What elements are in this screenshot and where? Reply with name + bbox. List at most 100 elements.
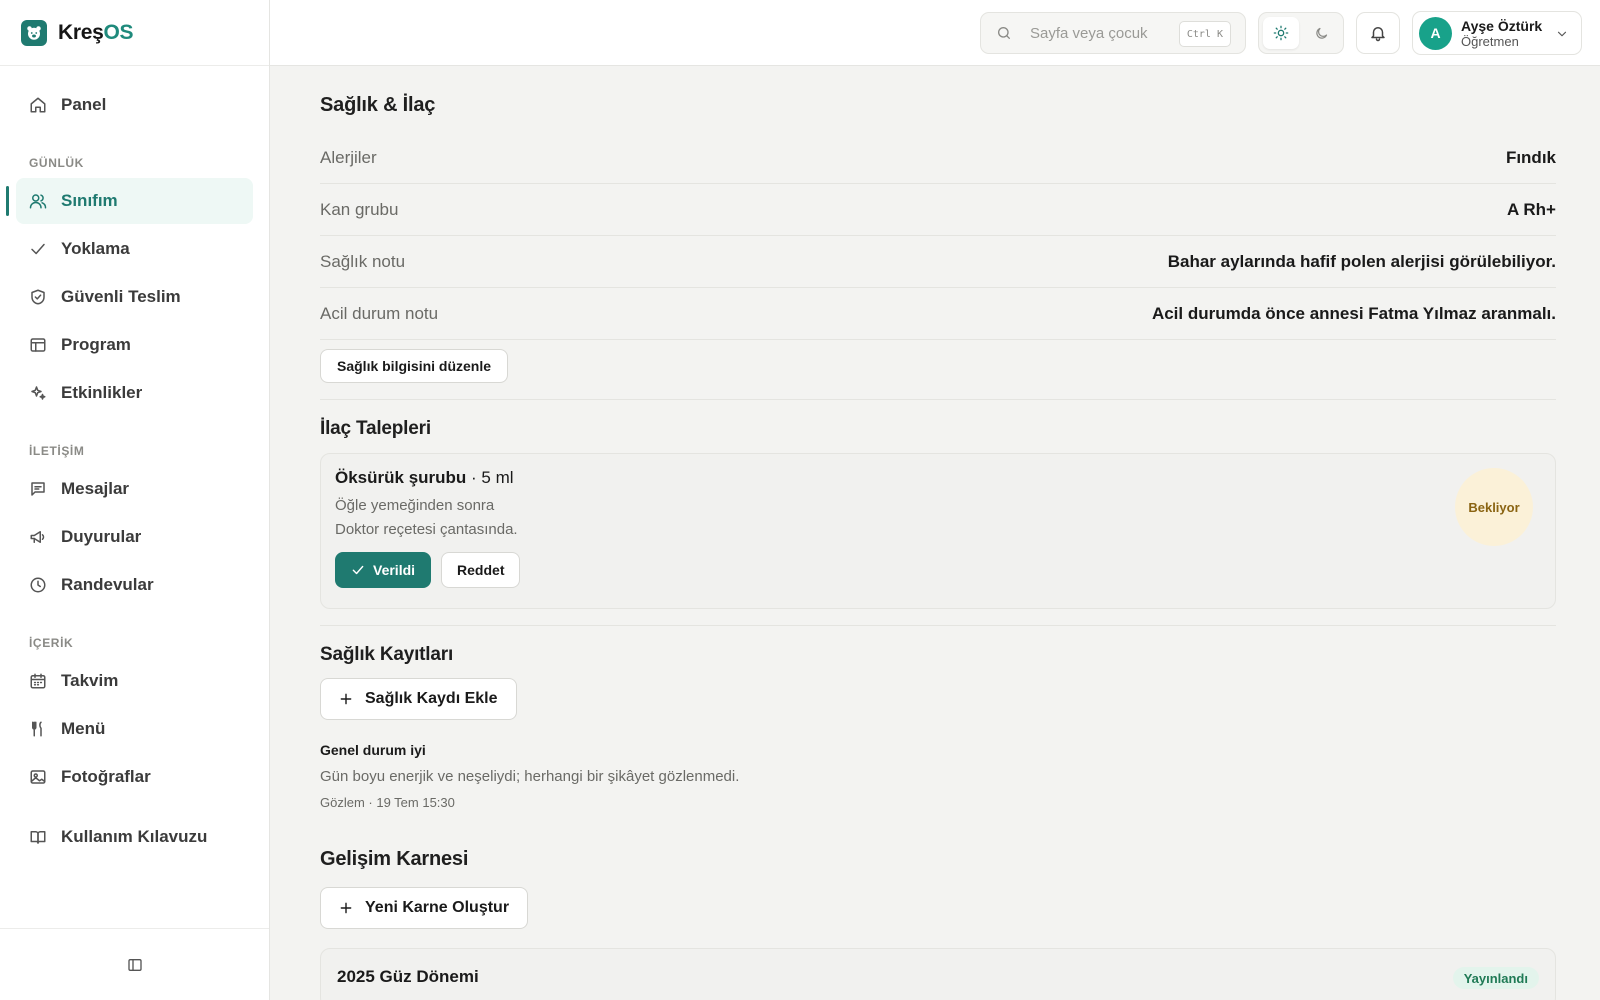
table-icon [29,336,47,354]
record-description: Gün boyu enerjik ve neşeliydi; herhangi … [320,768,740,785]
sidebar-item-label: Panel [61,95,107,114]
check-icon [29,240,47,258]
sidebar-item-guvenli-teslim[interactable]: Güvenli Teslim [16,274,253,320]
search-box[interactable]: Ctrl K [980,12,1246,54]
nav-section-title: GÜNLÜK [29,156,84,170]
sidebar-item-label: Randevular [61,575,154,594]
sidebar-item-mesajlar[interactable]: Mesajlar [16,466,253,512]
sidebar-item-label: Kullanım Kılavuzu [61,827,208,846]
shield-check-icon [29,288,47,306]
sidebar-item-duyurular[interactable]: Duyurular [16,514,253,560]
nav-section-title: İLETİŞİM [29,444,85,458]
sidebar-item-label: Yoklama [61,239,130,258]
record-title: Genel durum iyi [320,742,426,758]
record-meta: Gözlem · 19 Tem 15:30 [320,795,455,810]
sun-icon [1273,25,1289,41]
light-theme-button[interactable] [1263,17,1299,49]
status-badge-published: Yayınlandı [1452,967,1539,989]
moon-icon [1314,26,1329,41]
section-divider [320,399,1556,400]
records-section-title: Sağlık Kayıtları [320,644,454,665]
health-row-health-note: Sağlık notu Bahar aylarında hafif polen … [320,236,1556,288]
sidebar-item-etkinlikler[interactable]: Etkinlikler [16,370,253,416]
user-name: Ayşe Öztürk [1461,17,1543,34]
new-report-button[interactable]: Yeni Karne Oluştur [320,887,529,929]
sidebar-item-label: Program [61,335,131,354]
sidebar-item-kullanim-kilavuzu[interactable]: Kullanım Kılavuzu [16,814,253,860]
plus-icon [339,692,353,706]
topbar: Ctrl K A Ayşe Öztürk Öğretmen [270,0,1600,66]
sidebar-item-label: Mesajlar [61,479,130,498]
sidebar-item-label: Güvenli Teslim [61,287,181,306]
avatar: A [1419,16,1452,50]
info-label: Sağlık notu [320,251,406,271]
medication-title: Öksürük şurubu · 5 ml [335,468,1541,488]
add-health-record-button[interactable]: Sağlık Kaydı Ekle [320,678,517,720]
theme-toggle [1258,12,1344,54]
sidebar-item-label: Menü [61,719,106,738]
nav-section-title: İÇERİK [29,636,74,650]
report-title: 2025 Güz Dönemi [337,967,479,986]
info-value: Acil durumda önce annesi Fatma Yılmaz ar… [1151,303,1556,323]
new-report-label: Yeni Karne Oluştur [365,899,510,916]
status-badge-pending: Bekliyor [1455,468,1533,546]
medication-note: Doktor reçetesi çantasında. [335,521,518,538]
sidebar-item-fotograflar[interactable]: Fotoğraflar [16,754,253,800]
health-row-emergency-note: Acil durum notu Acil durumda önce annesi… [320,288,1556,340]
sidebar-item-program[interactable]: Program [16,322,253,368]
sidebar-item-label: Sınıfım [61,191,118,210]
sidebar-item-label: Duyurular [61,527,142,546]
sidebar-item-randevular[interactable]: Randevular [16,562,253,608]
dark-theme-button[interactable] [1303,17,1339,49]
report-card[interactable]: 2025 Güz Dönemi Yayınlandı [320,948,1556,1000]
sidebar-item-label: Etkinlikler [61,383,143,402]
edit-health-info-button[interactable]: Sağlık bilgisini düzenle [320,349,509,383]
health-row-blood-type: Kan grubu A Rh+ [320,184,1556,236]
medication-timing: Öğle yemeğinden sonra [335,497,495,514]
sidebar-footer [0,928,269,1000]
shortcut-hint: Ctrl K [1178,21,1231,47]
info-value: Fındık [1505,147,1556,167]
sidebar-item-sinifim[interactable]: Sınıfım [6,178,253,224]
reject-button[interactable]: Reddet [441,552,521,588]
health-info-list: Alerjiler Fındık Kan grubu A Rh+ Sağlık … [320,132,1556,340]
clock-icon [29,576,47,594]
medication-name: Öksürük şurubu [335,468,467,487]
users-icon [29,192,47,210]
sidebar-item-label: Takvim [61,671,119,690]
message-icon [29,480,47,498]
info-value: A Rh+ [1507,199,1556,219]
user-menu[interactable]: A Ayşe Öztürk Öğretmen [1412,11,1582,55]
health-row-allergies: Alerjiler Fındık [320,132,1556,184]
sidebar-item-takvim[interactable]: Takvim [16,658,253,704]
sidebar-item-menu[interactable]: Menü [16,706,253,752]
info-label: Acil durum notu [320,303,439,323]
search-input[interactable] [1030,24,1170,42]
brand[interactable]: KreşOS [0,0,269,66]
info-label: Kan grubu [320,199,399,219]
book-icon [29,828,47,846]
given-button-label: Verildi [373,562,416,578]
health-section-title: Sağlık & İlaç [320,94,436,116]
utensils-icon [29,720,47,738]
medication-request-card: Öksürük şurubu · 5 ml Öğle yemeğinden so… [320,453,1556,609]
sidebar-item-panel[interactable]: Panel [16,82,253,128]
health-record-item: Genel durum iyi Gün boyu enerjik ve neşe… [320,742,1556,810]
chevron-down-icon [1555,27,1569,41]
add-health-record-label: Sağlık Kaydı Ekle [365,690,498,707]
given-button[interactable]: Verildi [335,552,432,588]
megaphone-icon [29,528,47,546]
sidebar-item-yoklama[interactable]: Yoklama [16,226,253,272]
notifications-button[interactable] [1356,12,1400,54]
sparkles-icon [29,384,47,402]
calendar-icon [29,672,47,690]
sidebar-toggle-icon[interactable] [127,957,143,973]
bell-icon [1369,24,1387,42]
sidebar-item-label: Fotoğraflar [61,767,151,786]
medication-dose: · 5 ml [466,468,514,487]
search-icon [996,25,1012,41]
brand-name: KreşOS [58,20,134,44]
bear-logo-icon [21,19,47,46]
image-icon [29,768,47,786]
check-icon [351,563,365,577]
